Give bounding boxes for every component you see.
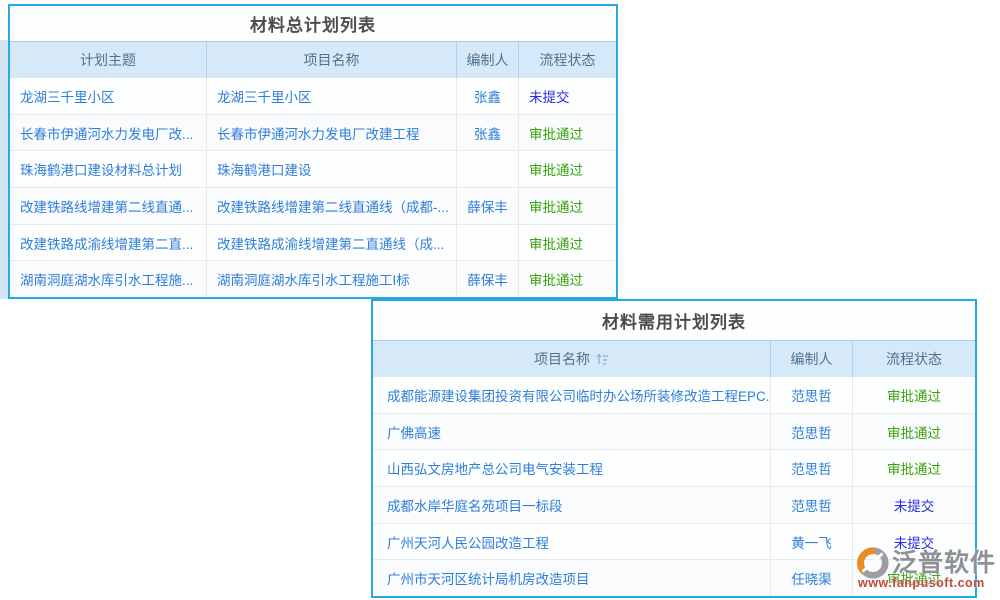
status-cell[interactable]: 审批通过 <box>519 151 616 187</box>
table1-header-status[interactable]: 流程状态 <box>519 42 616 78</box>
plan-subject-link[interactable]: 改建铁路成渝线增建第二直... <box>10 225 207 261</box>
project-name-link[interactable]: 成都能源建设集团投资有限公司临时办公场所装修改造工程EPC... <box>373 377 771 413</box>
plan-subject-link[interactable]: 龙湖三千里小区 <box>10 78 207 114</box>
project-name-link[interactable]: 广州天河人民公园改造工程 <box>373 524 771 560</box>
table-row: 成都水岸华庭名苑项目一标段 范思哲 未提交 <box>373 486 975 523</box>
creator-cell: 范思哲 <box>771 377 853 413</box>
table-row: 山西弘文房地产总公司电气安装工程 范思哲 审批通过 <box>373 449 975 486</box>
plan-subject-link[interactable]: 珠海鹤港口建设材料总计划 <box>10 151 207 187</box>
material-total-plan-table: 材料总计划列表 计划主题 项目名称 编制人 流程状态 龙湖三千里小区 龙湖三千里… <box>8 4 618 299</box>
table1-title-bar: 材料总计划列表 <box>10 6 616 41</box>
status-cell[interactable]: 审批通过 <box>519 188 616 224</box>
table2-header-creator[interactable]: 编制人 <box>771 341 853 377</box>
creator-cell: 黄一飞 <box>771 524 853 560</box>
creator-cell: 薛保丰 <box>457 188 519 224</box>
creator-cell: 任晓渠 <box>771 560 853 596</box>
status-cell[interactable]: 审批通过 <box>853 414 975 450</box>
project-name-link[interactable]: 龙湖三千里小区 <box>207 78 457 114</box>
project-name-link[interactable]: 改建铁路成渝线增建第二直通线（成... <box>207 225 457 261</box>
sort-ascending-icon[interactable] <box>596 353 609 365</box>
status-cell[interactable]: 未提交 <box>853 524 975 560</box>
project-name-link[interactable]: 珠海鹤港口建设 <box>207 151 457 187</box>
project-name-link[interactable]: 山西弘文房地产总公司电气安装工程 <box>373 450 771 486</box>
background-edge-strip <box>0 40 8 299</box>
table-row: 珠海鹤港口建设材料总计划 珠海鹤港口建设 审批通过 <box>10 150 616 187</box>
creator-cell: 薛保丰 <box>457 261 519 297</box>
plan-subject-link[interactable]: 湖南洞庭湖水库引水工程施... <box>10 261 207 297</box>
table1-body: 龙湖三千里小区 龙湖三千里小区 张鑫 未提交 长春市伊通河水力发电厂改... 长… <box>10 78 616 297</box>
creator-cell <box>457 225 519 261</box>
table2-header-status[interactable]: 流程状态 <box>853 341 975 377</box>
project-name-link[interactable]: 广佛高速 <box>373 414 771 450</box>
plan-subject-link[interactable]: 长春市伊通河水力发电厂改... <box>10 115 207 151</box>
project-name-link[interactable]: 湖南洞庭湖水库引水工程施工I标 <box>207 261 457 297</box>
table-row: 广州天河人民公园改造工程 黄一飞 未提交 <box>373 523 975 560</box>
creator-cell: 张鑫 <box>457 115 519 151</box>
plan-subject-link[interactable]: 改建铁路线增建第二线直通... <box>10 188 207 224</box>
material-demand-plan-table: 材料需用计划列表 项目名称 编制人 流程状态 成都能源建设集团投资有限公司临时办… <box>371 299 977 598</box>
project-name-link[interactable]: 改建铁路线增建第二线直通线（成都-... <box>207 188 457 224</box>
table1-header-project[interactable]: 项目名称 <box>207 42 457 78</box>
status-cell[interactable]: 审批通过 <box>519 115 616 151</box>
table2-body: 成都能源建设集团投资有限公司临时办公场所装修改造工程EPC... 范思哲 审批通… <box>373 377 975 596</box>
status-cell[interactable]: 未提交 <box>853 487 975 523</box>
table-row: 长春市伊通河水力发电厂改... 长春市伊通河水力发电厂改建工程 张鑫 审批通过 <box>10 114 616 151</box>
creator-cell: 张鑫 <box>457 78 519 114</box>
table1-header-creator[interactable]: 编制人 <box>457 42 519 78</box>
table-row: 广州市天河区统计局机房改造项目 任晓渠 审批通过 <box>373 559 975 596</box>
project-name-link[interactable]: 广州市天河区统计局机房改造项目 <box>373 560 771 596</box>
project-name-link[interactable]: 长春市伊通河水力发电厂改建工程 <box>207 115 457 151</box>
status-cell[interactable]: 未提交 <box>519 78 616 114</box>
status-cell[interactable]: 审批通过 <box>853 377 975 413</box>
creator-cell <box>457 151 519 187</box>
creator-cell: 范思哲 <box>771 450 853 486</box>
table-row: 湖南洞庭湖水库引水工程施... 湖南洞庭湖水库引水工程施工I标 薛保丰 审批通过 <box>10 260 616 297</box>
table1-title: 材料总计划列表 <box>250 11 376 36</box>
table2-title: 材料需用计划列表 <box>602 308 746 333</box>
project-name-link[interactable]: 成都水岸华庭名苑项目一标段 <box>373 487 771 523</box>
table-row: 广佛高速 范思哲 审批通过 <box>373 413 975 450</box>
table-row: 龙湖三千里小区 龙湖三千里小区 张鑫 未提交 <box>10 78 616 114</box>
status-cell[interactable]: 审批通过 <box>853 560 975 596</box>
table1-header-subject[interactable]: 计划主题 <box>10 42 207 78</box>
table2-title-bar: 材料需用计划列表 <box>373 301 975 340</box>
creator-cell: 范思哲 <box>771 414 853 450</box>
table-row: 成都能源建设集团投资有限公司临时办公场所装修改造工程EPC... 范思哲 审批通… <box>373 377 975 413</box>
table1-header-row: 计划主题 项目名称 编制人 流程状态 <box>10 41 616 78</box>
table-row: 改建铁路线增建第二线直通... 改建铁路线增建第二线直通线（成都-... 薛保丰… <box>10 187 616 224</box>
table2-header-project[interactable]: 项目名称 <box>373 341 771 377</box>
status-cell[interactable]: 审批通过 <box>519 225 616 261</box>
status-cell[interactable]: 审批通过 <box>853 450 975 486</box>
table2-header-row: 项目名称 编制人 流程状态 <box>373 340 975 377</box>
creator-cell: 范思哲 <box>771 487 853 523</box>
status-cell[interactable]: 审批通过 <box>519 261 616 297</box>
table-row: 改建铁路成渝线增建第二直... 改建铁路成渝线增建第二直通线（成... 审批通过 <box>10 224 616 261</box>
